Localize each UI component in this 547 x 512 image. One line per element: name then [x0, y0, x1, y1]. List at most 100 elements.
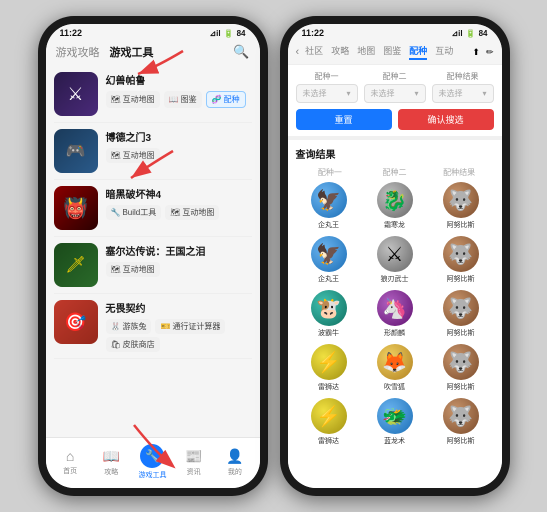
game-thumb-nofence: 🎯 [54, 300, 98, 344]
tab-strategy[interactable]: 攻略 [331, 44, 349, 60]
tag-diablo-map[interactable]: 🗺 互动地图 [165, 205, 219, 220]
nav-news[interactable]: 📰 资讯 [179, 448, 209, 477]
results-header: 配种一 配种二 配种结果 [296, 167, 494, 178]
tab-interactive[interactable]: 互动 [435, 44, 453, 60]
pokemon-name-1-3: 阿努比斯 [447, 274, 475, 284]
tag-skin[interactable]: 🛍 皮肤商店 [106, 337, 160, 352]
game-list: ⚔ 幻兽帕鲁 🗺 互动地图 📖 图鉴 🧬 [46, 66, 260, 437]
right-header: ‹ 社区 攻略 地图 图鉴 配种 互动 ⬆ ✏ [288, 40, 502, 65]
right-tabs: 社区 攻略 地图 图鉴 配种 互动 [305, 44, 453, 60]
game-tags-zelda: 🗺 互动地图 [106, 262, 252, 277]
game-thumb-zelda: 🗡 [54, 243, 98, 287]
tag-yuzu[interactable]: 🐰 游族兔 [106, 319, 152, 334]
game-item-nofence: 🎯 无畏契约 🐰 游族兔 🎫 通行证计算器 [54, 294, 252, 359]
tab-guide[interactable]: 游戏攻略 [56, 44, 100, 60]
game-item-fantasy: ⚔ 幻兽帕鲁 🗺 互动地图 📖 图鉴 🧬 [54, 66, 252, 123]
pokemon-avatar-1-3: 🐺 [443, 236, 479, 272]
profile-icon: 👤 [226, 448, 243, 465]
game-info-fantasy: 幻兽帕鲁 🗺 互动地图 📖 图鉴 🧬 配种 [106, 72, 252, 108]
news-icon: 📰 [185, 448, 202, 465]
result-cell-0-1: 🦅 企丸王 [296, 182, 362, 230]
tab-map[interactable]: 地图 [357, 44, 375, 60]
result-row-0: 🦅 企丸王 🐉 霜寒龙 🐺 阿努比斯 [296, 182, 494, 230]
game-title-nofence: 无畏契约 [106, 300, 252, 315]
signal-area-right: ⊿il 🔋 84 [451, 29, 487, 38]
tools-icon: 🔧 [140, 444, 164, 468]
right-screen: 11:22 ⊿il 🔋 84 ‹ 社区 攻略 地图 图鉴 配种 互动 ⬆ ✏ [288, 24, 502, 488]
tab-breed-active[interactable]: 配种 [409, 44, 427, 60]
breed-buttons: 重置 确认搜选 [296, 109, 494, 130]
result-cell-0-2: 🐉 霜寒龙 [362, 182, 428, 230]
pokemon-name-4-2: 蓝龙术 [384, 436, 405, 446]
results-section: 查询结果 配种一 配种二 配种结果 🦅 企丸王 🐉 霜寒龙 🐺 阿努比斯 [288, 140, 502, 488]
result-cell-2-2: 🦄 形颜麟 [362, 290, 428, 338]
back-button[interactable]: ‹ [296, 46, 300, 58]
signal-area-left: ⊿il 🔋 84 [209, 29, 245, 38]
tag-pass[interactable]: 🎫 通行证计算器 [155, 319, 225, 334]
pokemon-avatar-2-1: 🐮 [311, 290, 347, 326]
tag-botw-map[interactable]: 🗺 互动地图 [106, 148, 160, 163]
results-title: 查询结果 [296, 146, 494, 161]
nav-tools[interactable]: 🔧 游戏工具 [137, 444, 167, 480]
status-bar-left: 11:22 ⊿il 🔋 84 [46, 24, 260, 40]
pokemon-avatar-4-2: 🐲 [377, 398, 413, 434]
game-tags-nofence: 🐰 游族兔 🎫 通行证计算器 [106, 319, 252, 334]
edit-button[interactable]: ✏ [486, 47, 494, 58]
battery-left: 🔋 [224, 29, 234, 38]
guide-icon: 📖 [103, 448, 120, 465]
tab-dex[interactable]: 图鉴 [383, 44, 401, 60]
game-title-fantasy: 幻兽帕鲁 [106, 72, 252, 87]
breed-label-result: 配种结果 [432, 71, 494, 82]
game-thumb-fantasy: ⚔ [54, 72, 98, 116]
result-row-1: 🦅 企丸王 ⚔ 狼刃武士 🐺 阿努比斯 [296, 236, 494, 284]
tab-community[interactable]: 社区 [305, 44, 323, 60]
skin-icon: 🛍 [111, 340, 121, 349]
game-item-zelda: 🗡 塞尔达传说：王国之泪 🗺 互动地图 [54, 237, 252, 294]
status-bar-right: 11:22 ⊿il 🔋 84 [288, 24, 502, 40]
tag-map[interactable]: 🗺 互动地图 [106, 91, 160, 108]
pokemon-name-3-2: 吹雪狐 [384, 382, 405, 392]
search-button[interactable]: 🔍 [233, 44, 249, 60]
book-icon: 📖 [169, 95, 179, 104]
nav-tools-label: 游戏工具 [138, 470, 166, 480]
nav-home[interactable]: ⌂ 首页 [55, 448, 85, 476]
result-cell-4-1: ⚡ 雷狮达 [296, 398, 362, 446]
pokemon-avatar-4-1: ⚡ [311, 398, 347, 434]
pokemon-name-3-1: 雷狮达 [318, 382, 339, 392]
breed-dropdown-2[interactable]: 未选择▾ [364, 84, 426, 103]
result-cell-1-2: ⚔ 狼刃武士 [362, 236, 428, 284]
reset-button[interactable]: 重置 [296, 109, 392, 130]
nav-guide[interactable]: 📖 攻略 [96, 448, 126, 477]
tag-guide[interactable]: 📖 图鉴 [164, 91, 202, 108]
header-actions: ⬆ ✏ [472, 47, 493, 58]
left-header: 游戏攻略 游戏工具 🔍 [46, 40, 260, 66]
pokemon-avatar-3-1: ⚡ [311, 344, 347, 380]
tab-tools[interactable]: 游戏工具 [110, 44, 154, 60]
breed-dropdown-1[interactable]: 未选择▾ [296, 84, 358, 103]
game-thumb-botw: 🎮 [54, 129, 98, 173]
breed-select-1: 配种一 未选择▾ [296, 71, 358, 103]
tag-breed[interactable]: 🧬 配种 [206, 91, 246, 108]
result-cell-4-3: 🐺 阿努比斯 [428, 398, 494, 446]
confirm-button[interactable]: 确认搜选 [398, 109, 494, 130]
map-icon: 🗺 [111, 95, 121, 104]
breed-select-result: 配种结果 未选择▾ [432, 71, 494, 103]
left-screen: 11:22 ⊿il 🔋 84 游戏攻略 游戏工具 🔍 ⚔ 幻兽帕鲁 [46, 24, 260, 488]
tag-build[interactable]: 🔧 Build工具 [106, 205, 162, 220]
header-tabs: 游戏攻略 游戏工具 [56, 44, 228, 60]
tag-zelda-map[interactable]: 🗺 互动地图 [106, 262, 160, 277]
result-cell-3-1: ⚡ 雷狮达 [296, 344, 362, 392]
result-cell-2-3: 🐺 阿努比斯 [428, 290, 494, 338]
nav-profile[interactable]: 👤 我的 [220, 448, 250, 477]
pokemon-name-0-1: 企丸王 [318, 220, 339, 230]
time-right: 11:22 [302, 28, 325, 38]
col-header-2: 配种二 [362, 167, 427, 178]
share-button[interactable]: ⬆ [472, 47, 480, 58]
pokemon-avatar-0-2: 🐉 [377, 182, 413, 218]
pokemon-avatar-3-3: 🐺 [443, 344, 479, 380]
left-phone: 11:22 ⊿il 🔋 84 游戏攻略 游戏工具 🔍 ⚔ 幻兽帕鲁 [38, 16, 268, 496]
yuzu-icon: 🐰 [111, 322, 121, 331]
map4-icon: 🗺 [111, 265, 121, 274]
breed-dropdown-result[interactable]: 未选择▾ [432, 84, 494, 103]
breed-selectors: 配种一 未选择▾ 配种二 未选择▾ 配种结果 未选择▾ [296, 71, 494, 103]
